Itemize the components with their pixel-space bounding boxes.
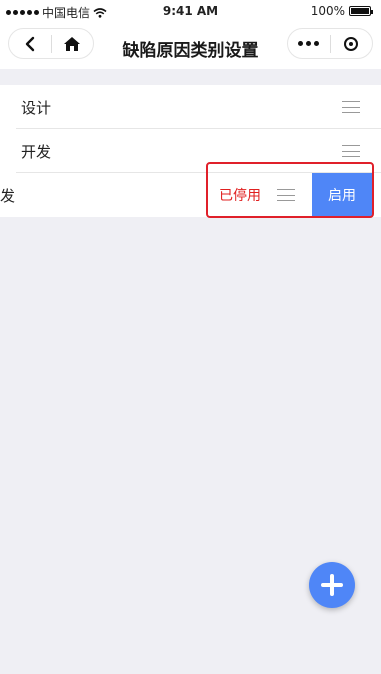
battery-status: 100% bbox=[310, 4, 373, 18]
category-label: 设计 bbox=[21, 98, 52, 117]
nav-right-capsule bbox=[287, 28, 373, 59]
target-icon bbox=[344, 36, 359, 51]
more-icon bbox=[298, 41, 320, 46]
drag-handle-icon[interactable] bbox=[342, 101, 360, 113]
drag-handle-icon[interactable] bbox=[342, 145, 360, 157]
list-item[interactable]: 设计 bbox=[0, 85, 381, 129]
list-item-swiped[interactable]: 发 已停用 启用 bbox=[0, 173, 381, 217]
enable-button[interactable]: 启用 bbox=[312, 173, 372, 217]
close-miniprogram-button[interactable] bbox=[331, 29, 373, 58]
drag-handle-icon[interactable] bbox=[277, 189, 295, 201]
battery-percent: 100% bbox=[310, 4, 345, 18]
category-label: 开发 bbox=[21, 142, 52, 161]
swipe-actions: 已停用 启用 bbox=[209, 173, 372, 217]
battery-icon bbox=[349, 6, 373, 16]
navbar: 缺陷原因类别设置 bbox=[0, 22, 381, 69]
list-item[interactable]: 开发 bbox=[0, 129, 381, 173]
add-category-button[interactable] bbox=[309, 562, 355, 608]
category-list: 设计 开发 发 已停用 启用 bbox=[0, 85, 381, 217]
category-label: 发 bbox=[0, 186, 16, 205]
status-bar: 中国电信 9:41 AM 100% bbox=[0, 0, 381, 22]
more-button[interactable] bbox=[288, 29, 330, 58]
disabled-status-label: 已停用 bbox=[219, 188, 261, 204]
